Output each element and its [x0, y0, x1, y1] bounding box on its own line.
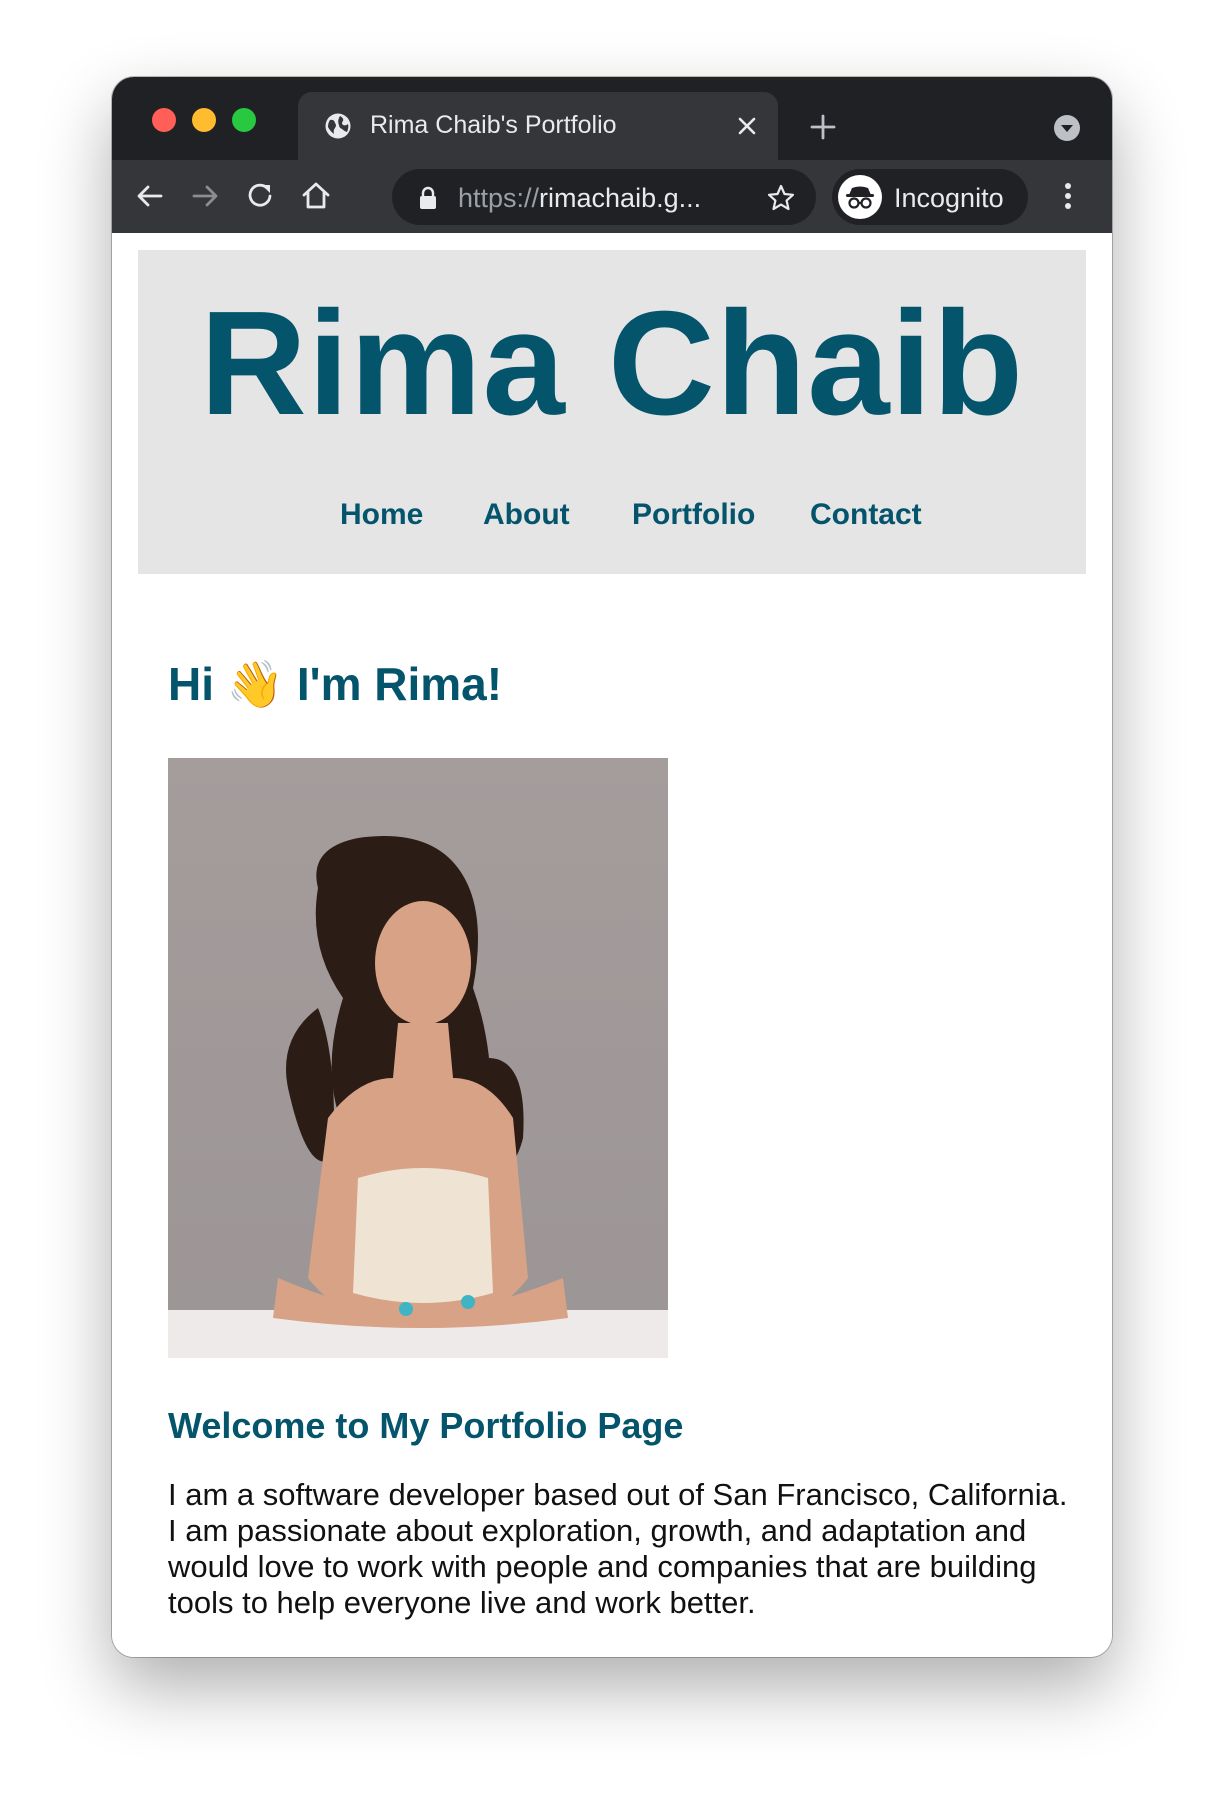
incognito-icon	[838, 175, 882, 219]
chevron-down-icon[interactable]	[1052, 113, 1082, 143]
incognito-label: Incognito	[894, 183, 1004, 213]
forward-arrow-icon[interactable]	[187, 178, 223, 214]
browser-tab[interactable]: Rima Chaib's Portfolio	[298, 92, 778, 160]
tab-strip: Rima Chaib's Portfolio	[112, 77, 1112, 160]
url-text: https://rimachaib.g...	[458, 183, 701, 214]
nav-link-contact[interactable]: Contact	[810, 498, 922, 532]
close-icon[interactable]	[734, 113, 760, 139]
home-icon[interactable]	[298, 178, 334, 214]
greeting-heading: Hi 👋 I'm Rima!	[168, 657, 502, 712]
nav-link-portfolio[interactable]: Portfolio	[632, 498, 755, 532]
zoom-window-button[interactable]	[232, 108, 256, 132]
address-bar[interactable]: https://rimachaib.g...	[392, 169, 816, 225]
welcome-heading: Welcome to My Portfolio Page	[168, 1405, 684, 1446]
greeting-hi: Hi	[168, 658, 214, 710]
tab-title: Rima Chaib's Portfolio	[370, 111, 617, 139]
web-page: Rima Chaib Home About Portfolio Contact …	[112, 233, 1112, 1657]
nav-link-home[interactable]: Home	[340, 498, 423, 532]
reload-icon[interactable]	[243, 178, 279, 214]
browser-window: Rima Chaib's Portfolio https://rimachaib…	[112, 77, 1112, 1657]
back-arrow-icon[interactable]	[132, 178, 168, 214]
profile-photo	[168, 758, 668, 1358]
incognito-profile-button[interactable]: Incognito	[832, 169, 1028, 225]
url-host: rimachaib.g...	[539, 183, 702, 213]
site-nav: Home About Portfolio Contact	[138, 498, 1086, 538]
globe-icon	[325, 113, 351, 139]
close-window-button[interactable]	[152, 108, 176, 132]
lock-icon[interactable]	[418, 186, 438, 210]
plus-icon[interactable]	[808, 112, 838, 142]
nav-link-about[interactable]: About	[483, 498, 570, 532]
waving-hand-icon: 👋	[226, 658, 285, 710]
site-title: Rima Chaib	[199, 281, 1025, 446]
browser-toolbar: https://rimachaib.g... Incognito	[112, 160, 1112, 233]
kebab-menu-icon[interactable]	[1062, 178, 1074, 214]
greeting-name: I'm Rima!	[296, 658, 503, 710]
minimize-window-button[interactable]	[192, 108, 216, 132]
bio-paragraph: I am a software developer based out of S…	[168, 1477, 1068, 1620]
site-header: Rima Chaib Home About Portfolio Contact	[138, 250, 1086, 574]
star-icon[interactable]	[766, 183, 796, 213]
url-scheme: https://	[458, 183, 540, 213]
